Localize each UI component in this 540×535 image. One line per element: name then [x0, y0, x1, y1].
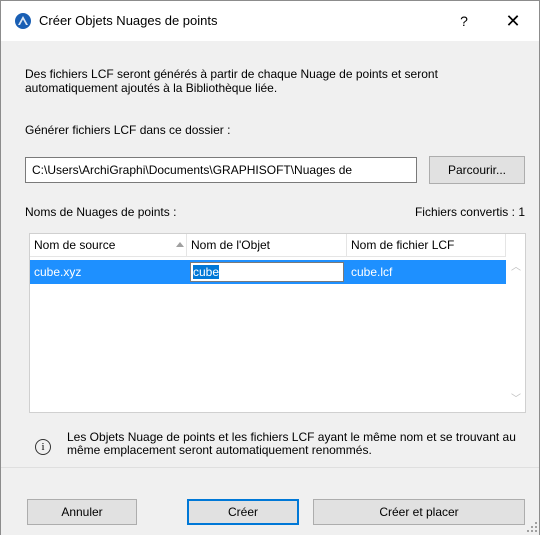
column-header-source-name[interactable]: Nom de source — [30, 234, 187, 256]
scroll-up-arrow-icon[interactable]: ︿ — [511, 263, 521, 273]
cell-lcf-file-name: cube.lcf — [351, 265, 393, 279]
browse-button[interactable]: Parcourir... — [429, 156, 525, 184]
folder-path-input[interactable]: C:\Users\ArchiGraphi\Documents\GRAPHISOF… — [25, 157, 417, 183]
archicad-app-icon — [15, 13, 31, 29]
scroll-down-arrow-icon[interactable]: ﹀ — [511, 395, 521, 405]
close-icon[interactable]: ✕ — [495, 9, 531, 33]
point-cloud-list-label: Noms de Nuages de points : — [25, 205, 177, 219]
help-button[interactable]: ? — [449, 9, 479, 33]
folder-label: Générer fichiers LCF dans ce dossier : — [25, 123, 231, 137]
column-header-object-name[interactable]: Nom de l'Objet — [187, 234, 347, 256]
title-bar[interactable]: Créer Objets Nuages de points ? ✕ — [1, 1, 539, 41]
window-title: Créer Objets Nuages de points — [39, 13, 218, 28]
sort-ascending-icon — [176, 242, 184, 247]
create-point-cloud-objects-dialog: Créer Objets Nuages de points ? ✕ Des fi… — [0, 0, 540, 535]
info-message: Les Objets Nuage de points et les fichie… — [67, 431, 516, 457]
column-header-lcf-file-name[interactable]: Nom de fichier LCF — [347, 234, 506, 256]
table-scrollbar[interactable]: ︿ ﹀ — [506, 256, 525, 412]
description-text: Des fichiers LCF seront générés à partir… — [25, 67, 438, 95]
converted-files-count: Fichiers convertis : 1 — [414, 205, 525, 219]
info-icon: i — [35, 439, 51, 455]
cancel-button[interactable]: Annuler — [27, 499, 137, 525]
resize-grip-icon[interactable] — [527, 522, 537, 532]
table-row[interactable]: cube.xyz cube cube.lcf — [30, 260, 506, 284]
cell-source-name: cube.xyz — [34, 265, 82, 279]
create-and-place-button[interactable]: Créer et placer — [313, 499, 525, 525]
object-name-value: cube — [193, 265, 220, 279]
create-button[interactable]: Créer — [187, 499, 299, 525]
object-name-edit-field[interactable]: cube — [190, 262, 344, 282]
table-header: Nom de source Nom de l'Objet Nom de fich… — [30, 234, 506, 257]
point-cloud-table: Nom de source Nom de l'Objet Nom de fich… — [29, 233, 526, 413]
